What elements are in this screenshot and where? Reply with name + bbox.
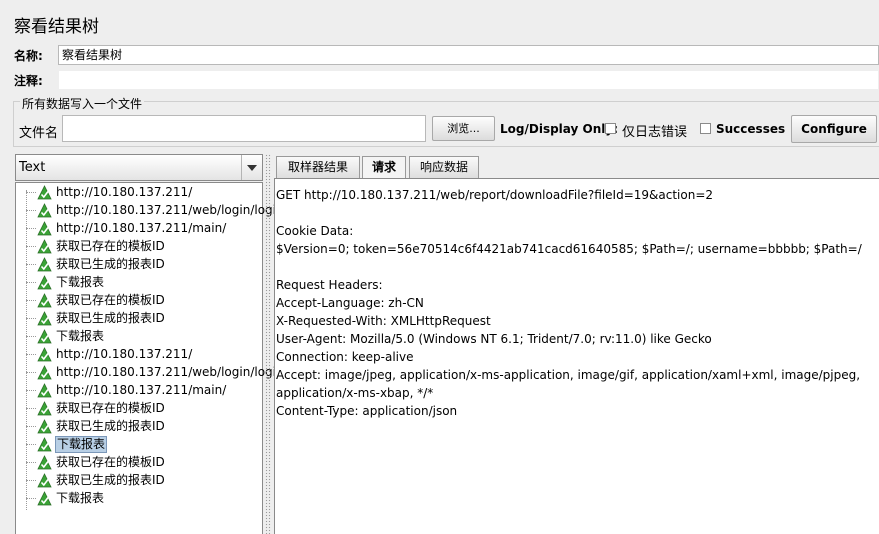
- name-input[interactable]: 察看结果树: [58, 45, 879, 65]
- tree-connector: [26, 318, 36, 319]
- tree-connector: [26, 264, 36, 265]
- tree-item-label: 下载报表: [56, 329, 105, 343]
- tab-sampler-result[interactable]: 取样器结果: [276, 156, 360, 178]
- comment-label: 注释:: [14, 74, 43, 88]
- successes-checkbox[interactable]: [700, 123, 711, 134]
- configure-button[interactable]: Configure: [791, 115, 877, 143]
- success-icon: [37, 437, 52, 452]
- tree-connector: [26, 228, 36, 229]
- success-icon: [37, 221, 52, 236]
- success-icon: [37, 383, 52, 398]
- success-icon: [37, 455, 52, 470]
- filename-label: 文件名: [19, 126, 59, 141]
- tree-item-label: 获取已存在的模板ID: [56, 239, 165, 253]
- tree-item-label: 获取已存在的模板ID: [56, 293, 165, 307]
- tree-item-label: http://10.180.137.211/web/login/login: [56, 365, 284, 379]
- request-panel[interactable]: GET http://10.180.137.211/web/report/dow…: [274, 178, 879, 534]
- tree-connector: [26, 462, 36, 463]
- renderer-combo-value: Text: [19, 160, 46, 175]
- tree-item-label: 获取已生成的报表ID: [56, 257, 165, 271]
- browse-button[interactable]: 浏览...: [432, 116, 495, 141]
- success-icon: [37, 419, 52, 434]
- tree-item-label: 获取已生成的报表ID: [56, 311, 165, 325]
- chevron-down-icon[interactable]: [241, 155, 262, 180]
- tree-item-label: http://10.180.137.211/: [56, 347, 193, 361]
- success-icon: [37, 401, 52, 416]
- tree-connector: [26, 210, 36, 211]
- success-icon: [37, 365, 52, 380]
- tree-connector: [26, 372, 36, 373]
- log-display-label: Log/Display Only:: [500, 122, 618, 136]
- tree-connector: [26, 444, 36, 445]
- success-icon: [37, 293, 52, 308]
- tree-connector: [26, 300, 36, 301]
- success-icon: [37, 347, 52, 362]
- success-icon: [37, 203, 52, 218]
- tree-connector: [26, 192, 36, 193]
- errors-label: 仅日志错误: [622, 125, 688, 140]
- tree-item-label: 下载报表: [56, 491, 105, 505]
- tab-request[interactable]: 请求: [362, 156, 406, 179]
- tree-connector: [26, 390, 36, 391]
- tree-item-label: 获取已生成的报表ID: [56, 419, 165, 433]
- name-label: 名称:: [14, 49, 43, 63]
- tree-item-label: 下载报表: [55, 436, 108, 453]
- result-tree: http://10.180.137.211/http://10.180.137.…: [15, 182, 284, 534]
- tree-item-label: http://10.180.137.211/web/login/login: [56, 203, 284, 217]
- tree-connector: [26, 246, 36, 247]
- successes-label: Successes: [716, 122, 786, 136]
- tree-item-label: 获取已存在的模板ID: [56, 455, 165, 469]
- tree-item-label: http://10.180.137.211/: [56, 185, 193, 199]
- errors-checkbox[interactable]: [605, 123, 616, 134]
- success-icon: [37, 185, 52, 200]
- comment-input[interactable]: [58, 70, 879, 90]
- request-text[interactable]: GET http://10.180.137.211/web/report/dow…: [276, 186, 876, 420]
- renderer-combo[interactable]: Text: [15, 154, 263, 181]
- success-icon: [37, 257, 52, 272]
- tree-connector: [26, 498, 36, 499]
- window-title: 察看结果树: [14, 17, 99, 37]
- tree-connector: [26, 480, 36, 481]
- filename-input[interactable]: [62, 115, 426, 142]
- tree-connector: [26, 426, 36, 427]
- success-icon: [37, 491, 52, 506]
- tree-item-label: http://10.180.137.211/main/: [56, 221, 227, 235]
- success-icon: [37, 275, 52, 290]
- success-icon: [37, 329, 52, 344]
- tree-connector: [26, 336, 36, 337]
- success-icon: [37, 311, 52, 326]
- tree-item-label: 下载报表: [56, 275, 105, 289]
- file-group-legend: 所有数据写入一个文件: [20, 95, 145, 112]
- tree-connector: [26, 408, 36, 409]
- success-icon: [37, 239, 52, 254]
- tree-item-label: http://10.180.137.211/main/: [56, 383, 227, 397]
- tree-connector: [26, 282, 36, 283]
- success-icon: [37, 473, 52, 488]
- tab-response-data[interactable]: 响应数据: [409, 156, 479, 178]
- tree-connector: [26, 354, 36, 355]
- tree-item-label: 获取已生成的报表ID: [56, 473, 165, 487]
- split-pane-divider[interactable]: [265, 154, 271, 534]
- tree-item-label: 获取已存在的模板ID: [56, 401, 165, 415]
